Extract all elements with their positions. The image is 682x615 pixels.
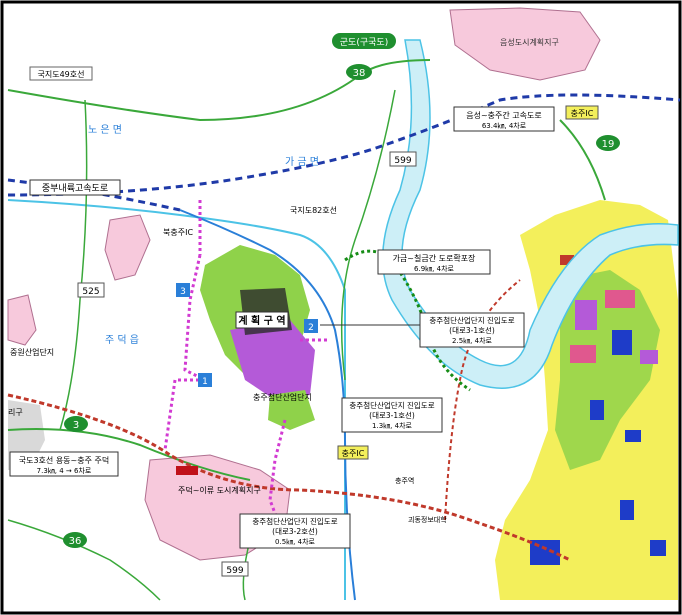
route-599-label: 599 bbox=[394, 156, 411, 166]
gageum-road-spec: 6.9㎞, 4차로 bbox=[414, 264, 454, 273]
chungju-ic-top-label: 충주IC bbox=[571, 109, 594, 118]
access-road-1-sub: (대로3-1호선) bbox=[449, 326, 495, 335]
residential-block bbox=[570, 345, 596, 363]
noeun-label: 노 은 면 bbox=[88, 124, 122, 136]
jumdeok-label: 주 덕 읍 bbox=[105, 334, 139, 346]
public-block bbox=[625, 430, 641, 442]
access-road-3-spec: 0.5㎞, 4차로 bbox=[275, 537, 315, 546]
public-block bbox=[650, 540, 666, 556]
route-36-shield: 36 bbox=[63, 532, 87, 548]
chungju-station-label: 충주역 bbox=[395, 476, 414, 485]
eumseong-plan-label: 음성도시계획지구 bbox=[500, 37, 559, 47]
edge-label: 리구 bbox=[8, 408, 23, 417]
route-3-road-label: 국도3호선 용동~충주 주덕 bbox=[19, 455, 109, 465]
route-525-label: 525 bbox=[82, 287, 99, 297]
chungju-ic-label: 충주IC bbox=[342, 449, 365, 458]
public-block bbox=[620, 500, 634, 520]
industrial-block bbox=[575, 300, 597, 330]
expressway-spec: 63.4㎞, 4차로 bbox=[482, 121, 527, 130]
access-road-3-sub: (대로3-2호선) bbox=[272, 527, 318, 536]
industrial-block bbox=[640, 350, 658, 364]
access-road-3-label: 충주첨단산업단지 진입도로 bbox=[252, 516, 337, 526]
route-49-label: 국지도49호선 bbox=[38, 70, 85, 79]
access-road-1-label: 충주첨단산업단지 진입도로 bbox=[429, 315, 514, 325]
access-road-2-spec: 1.3㎞, 4차로 bbox=[372, 421, 412, 430]
gunsan-road-label: 군도(구국도) bbox=[340, 37, 388, 48]
route-82-label: 국지도82호선 bbox=[290, 206, 337, 215]
map-canvas: 38 19 3 36 599 525 599 군도(구국도) 음성도시계획지구 … bbox=[0, 0, 682, 615]
residential-block bbox=[605, 290, 635, 308]
access-road-1-spec: 2.5㎞, 4차로 bbox=[452, 336, 492, 345]
chungju-complex-label: 충주첨단산업단지 bbox=[253, 392, 312, 402]
route-3-shield: 3 bbox=[64, 416, 88, 432]
marker-3-label: 3 bbox=[180, 287, 186, 297]
jumdeok-station-block bbox=[176, 466, 198, 475]
route-599-south-label: 599 bbox=[226, 566, 243, 576]
gageum-road-label: 가금~칠금간 도로확포장 bbox=[393, 253, 476, 263]
route-38-shield: 38 bbox=[346, 64, 372, 80]
route-38-label: 38 bbox=[353, 68, 366, 79]
site-name-label: 계 획 구 역 bbox=[238, 314, 285, 327]
jumdeok-plan-label: 주덕~이류 도시계획지구 bbox=[178, 485, 261, 495]
access-road-2-sub: (대로3-1호선) bbox=[369, 411, 415, 420]
route-19-shield: 19 bbox=[596, 135, 620, 151]
gageum-label: 가 금 면 bbox=[285, 156, 319, 168]
bukchungju-ic-label: 북충주IC bbox=[163, 228, 193, 237]
public-block bbox=[590, 400, 604, 420]
map-svg: 38 19 3 36 599 525 599 군도(구국도) 음성도시계획지구 … bbox=[0, 0, 682, 615]
route-3-road-spec: 7.3㎞, 4 → 6차로 bbox=[37, 466, 92, 475]
expressway-label: 음성~충주간 고속도로 bbox=[466, 110, 542, 120]
jungwon-complex-label: 중원산업단지 bbox=[10, 347, 54, 357]
access-road-2-label: 충주첨단산업단지 진입도로 bbox=[349, 400, 434, 410]
route-3-label: 3 bbox=[73, 420, 79, 431]
route-36-label: 36 bbox=[69, 536, 82, 547]
jungbu-expressway-label: 중부내륙고속도로 bbox=[42, 183, 108, 194]
public-block bbox=[530, 540, 560, 565]
marker-2-label: 2 bbox=[308, 323, 314, 333]
college-label: 괴동정보대학 bbox=[408, 515, 447, 524]
public-block bbox=[612, 330, 632, 355]
route-19-label: 19 bbox=[602, 139, 615, 150]
marker-1-label: 1 bbox=[202, 377, 208, 387]
